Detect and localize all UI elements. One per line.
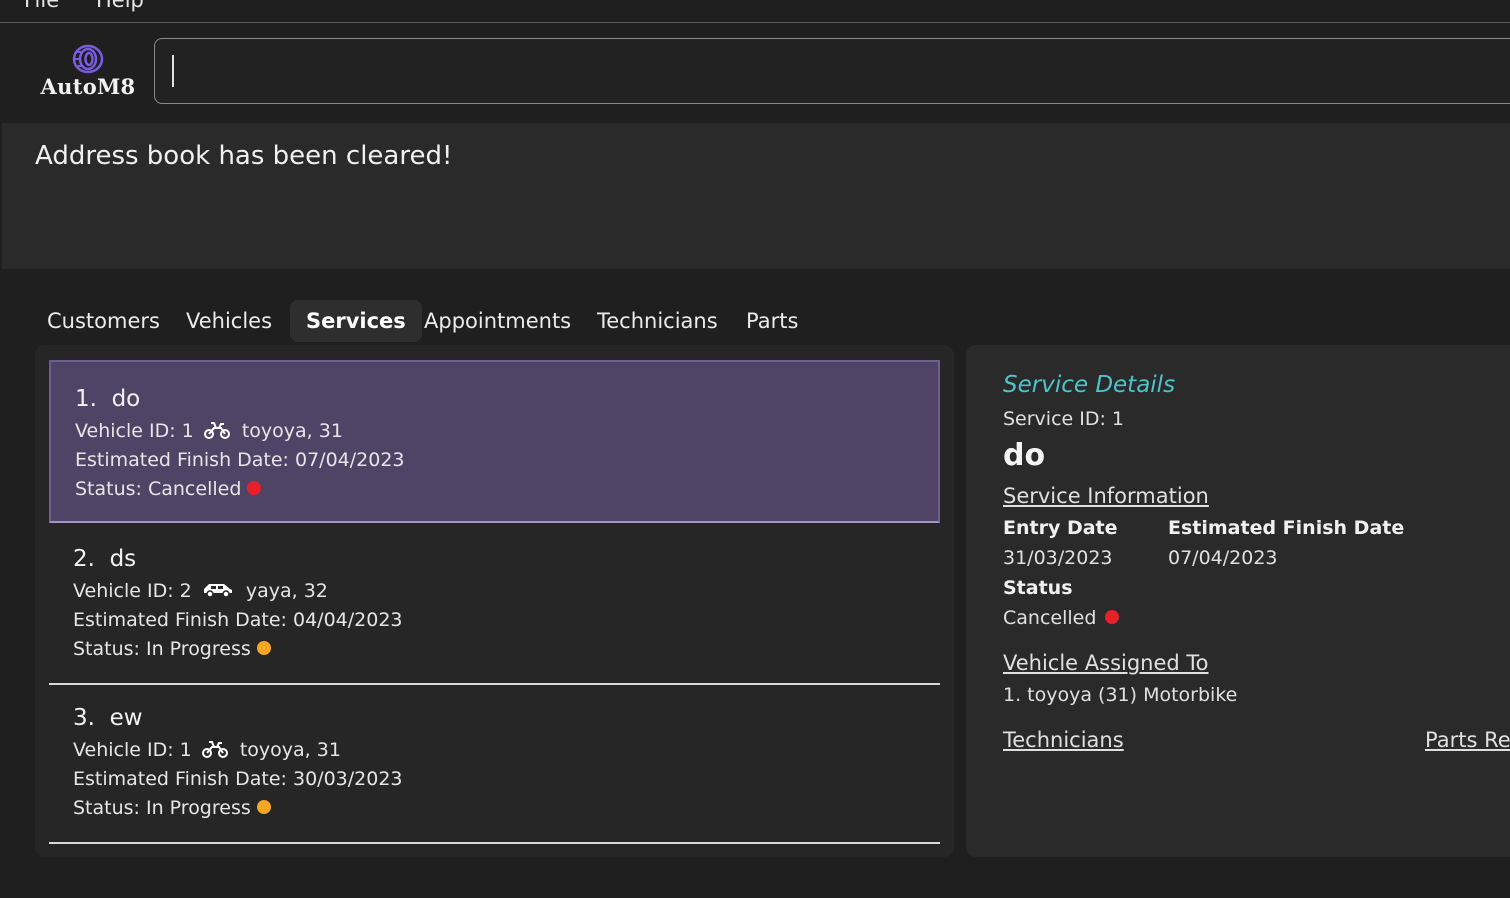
service-index: 3. — [73, 705, 95, 731]
service-name: ew — [109, 705, 143, 731]
service-status: Status: Cancelled — [75, 478, 242, 500]
details-service-id: Service ID: 1 — [1003, 408, 1125, 430]
car-icon — [203, 583, 232, 598]
tab-customers[interactable]: Customers — [31, 300, 176, 342]
command-input[interactable] — [169, 47, 1473, 97]
service-finish-date: Estimated Finish Date: 07/04/2023 — [75, 449, 405, 471]
menu-file[interactable]: File — [24, 0, 59, 12]
vehicle-desc: toyoya, 31 — [239, 739, 341, 761]
service-title: 3. ew — [73, 705, 143, 731]
command-box[interactable] — [154, 38, 1510, 104]
status-label: Status — [1003, 577, 1073, 599]
result-text: Address book has been cleared! — [35, 141, 453, 171]
service-vehicle-row: Vehicle ID: 1 toyoya, 31 — [73, 739, 341, 761]
details-header: Service Details — [1003, 372, 1176, 398]
vehicle-id: Vehicle ID: 2 — [73, 580, 192, 602]
tab-appointments[interactable]: Appointments — [408, 300, 587, 342]
logo-text: AutoM8 — [40, 74, 136, 99]
motorbike-icon — [201, 740, 228, 758]
technicians-heading: Technicians — [1003, 728, 1124, 752]
service-index: 2. — [73, 546, 95, 572]
service-information-heading: Service Information — [1003, 484, 1209, 508]
service-card-2[interactable]: 2. ds Vehicle ID: 2 yaya, 32 Estimated F… — [49, 523, 940, 685]
service-finish-date: Estimated Finish Date: 30/03/2023 — [73, 768, 403, 790]
vehicle-desc: yaya, 32 — [245, 580, 328, 602]
service-title: 2. ds — [73, 546, 136, 572]
service-vehicle-row: Vehicle ID: 1 toyoya, 31 — [75, 420, 343, 442]
tab-vehicles[interactable]: Vehicles — [170, 300, 288, 342]
status-dot — [247, 480, 262, 495]
service-card-3[interactable]: 3. ew Vehicle ID: 1 toyoya, 31 Estimated… — [49, 683, 940, 844]
app-logo: AutoM8 — [38, 44, 138, 100]
vehicle-desc: toyoya, 31 — [241, 420, 343, 442]
status-dot — [256, 799, 271, 814]
service-status-row: Status: Cancelled — [75, 478, 262, 500]
service-status-row: Status: In Progress — [73, 797, 271, 819]
finish-date-label: Estimated Finish Date — [1168, 517, 1405, 539]
status-value: Cancelled — [1003, 607, 1097, 629]
service-name: do — [111, 386, 141, 412]
tab-services[interactable]: Services — [290, 300, 422, 342]
service-details-panel: Service Details Service ID: 1 do Service… — [966, 345, 1510, 857]
motorbike-icon — [203, 421, 230, 439]
service-status: Status: In Progress — [73, 638, 251, 660]
status-dot — [1105, 609, 1120, 624]
vehicle-assigned-value: 1. toyoya (31) Motorbike — [1003, 684, 1238, 706]
service-vehicle-row: Vehicle ID: 2 yaya, 32 — [73, 580, 328, 602]
menu-bar: File Help — [0, 0, 1510, 23]
entry-date-value: 31/03/2023 — [1003, 547, 1113, 569]
tab-technicians[interactable]: Technicians — [581, 300, 734, 342]
service-name: ds — [109, 546, 137, 572]
vehicle-assigned-heading: Vehicle Assigned To — [1003, 651, 1209, 675]
finish-date-value: 07/04/2023 — [1168, 547, 1278, 569]
tab-parts[interactable]: Parts — [730, 300, 814, 342]
service-status: Status: In Progress — [73, 797, 251, 819]
service-title: 1. do — [75, 386, 140, 412]
status-dot — [256, 640, 271, 655]
entry-date-label: Entry Date — [1003, 517, 1118, 539]
service-finish-date: Estimated Finish Date: 04/04/2023 — [73, 609, 403, 631]
service-index: 1. — [75, 386, 97, 412]
service-status-row: Status: In Progress — [73, 638, 271, 660]
vehicle-id: Vehicle ID: 1 — [73, 739, 192, 761]
menu-help[interactable]: Help — [96, 0, 144, 12]
tire-icon — [72, 44, 104, 74]
service-list: 1. do Vehicle ID: 1 toyoya, 31 Estimated… — [35, 345, 954, 857]
details-service-name: do — [1003, 438, 1046, 473]
service-card-1[interactable]: 1. do Vehicle ID: 1 toyoya, 31 Estimated… — [49, 360, 940, 523]
vehicle-id: Vehicle ID: 1 — [75, 420, 194, 442]
parts-heading: Parts Re — [1425, 728, 1510, 752]
status-value-row: Cancelled — [1003, 607, 1120, 629]
result-display: Address book has been cleared! — [2, 123, 1510, 269]
